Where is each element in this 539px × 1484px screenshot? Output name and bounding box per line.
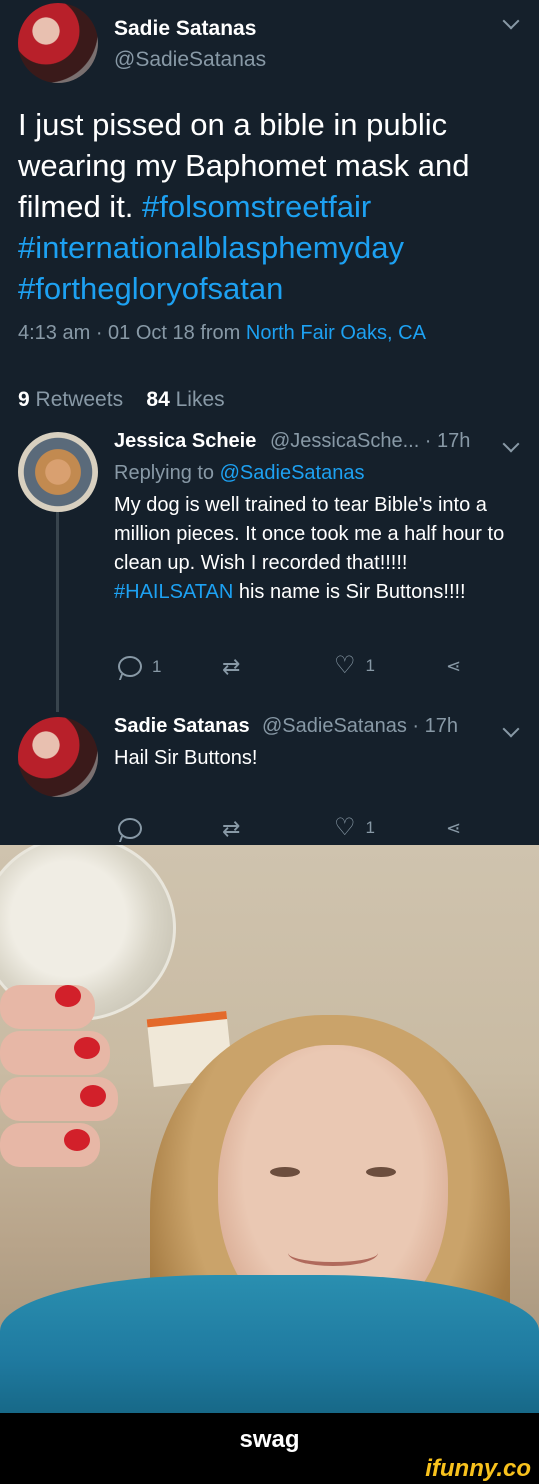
reply-handle[interactable]: @SadieSatanas · 17h: [262, 715, 458, 738]
like-count: 1: [365, 818, 375, 837]
location-link[interactable]: North Fair Oaks, CA: [246, 322, 426, 344]
tweet-text: I just pissed on a bible in public weari…: [18, 104, 528, 309]
retweets-count[interactable]: 9: [18, 388, 30, 411]
replying-to-label: Replying to: [114, 462, 215, 484]
like-button[interactable]: ♡ 1: [334, 654, 375, 678]
hashtag-link[interactable]: #HAILSATAN: [114, 581, 233, 603]
reply-icon: [118, 656, 142, 677]
reply-button[interactable]: 1: [118, 656, 161, 677]
tweet-time: 4:13 am · 01 Oct 18 from: [18, 322, 241, 344]
author-avatar[interactable]: [18, 3, 98, 83]
photo-mouth: [288, 1240, 378, 1266]
share-button[interactable]: ⋖: [446, 656, 461, 677]
photo-nail: [80, 1085, 106, 1107]
photo-finger: [0, 985, 95, 1029]
reply-name[interactable]: Sadie Satanas: [114, 715, 250, 738]
replying-to-handle[interactable]: @SadieSatanas: [220, 462, 365, 484]
photo-nail: [64, 1129, 90, 1151]
hashtag-link[interactable]: #internationalblasphemyday: [18, 230, 404, 265]
heart-icon: ♡: [334, 652, 356, 679]
likes-label[interactable]: Likes: [176, 388, 225, 411]
reply-body-end: his name is Sir Buttons!!!!: [238, 581, 466, 603]
retweets-label[interactable]: Retweets: [36, 388, 124, 411]
photo-shirt: [0, 1275, 539, 1413]
reply-body: My dog is well trained to tear Bible's i…: [114, 494, 505, 574]
photo-eye: [366, 1167, 396, 1177]
reply-name[interactable]: Jessica Scheie: [114, 430, 256, 453]
attached-photo: [0, 845, 539, 1413]
chevron-down-icon[interactable]: [502, 435, 520, 453]
tweet-meta: 4:13 am · 01 Oct 18 from North Fair Oaks…: [18, 322, 426, 345]
watermark: ifunny.co: [425, 1455, 531, 1482]
share-icon: ⋖: [446, 818, 462, 838]
share-icon: ⋖: [446, 656, 462, 676]
hashtag-link[interactable]: #folsomstreetfair: [142, 189, 371, 224]
reply-avatar[interactable]: [18, 432, 98, 512]
chevron-down-icon[interactable]: [502, 12, 520, 30]
like-count: 1: [365, 656, 375, 675]
reply-count: 1: [152, 656, 162, 676]
author-handle[interactable]: @SadieSatanas: [114, 48, 266, 72]
author-name[interactable]: Sadie Satanas: [114, 17, 256, 41]
heart-icon: ♡: [334, 814, 356, 841]
reply-text: My dog is well trained to tear Bible's i…: [114, 491, 524, 607]
tweet-stats: 9 Retweets 84 Likes: [18, 388, 225, 412]
replying-to: Replying to @SadieSatanas: [114, 462, 364, 485]
photo-eye: [270, 1167, 300, 1177]
like-button[interactable]: ♡ 1: [334, 816, 375, 840]
retweet-icon: ⇄: [222, 816, 241, 841]
chevron-down-icon[interactable]: [502, 720, 520, 738]
photo-nail: [55, 985, 81, 1007]
reply-avatar[interactable]: [18, 717, 98, 797]
retweet-button[interactable]: ⇄: [222, 818, 240, 840]
reply-icon: [118, 818, 142, 839]
hashtag-link[interactable]: #forthegloryofsatan: [18, 271, 283, 306]
caption-text: swag: [239, 1426, 300, 1453]
retweet-button[interactable]: ⇄: [222, 656, 240, 678]
thread-line: [56, 512, 59, 712]
likes-count[interactable]: 84: [146, 388, 169, 411]
photo-nail: [74, 1037, 100, 1059]
reply-text: Hail Sir Buttons!: [114, 747, 258, 769]
reply-button[interactable]: [118, 818, 142, 839]
tweet-thread: Sadie Satanas @SadieSatanas I just pisse…: [0, 0, 539, 845]
retweet-icon: ⇄: [222, 654, 241, 679]
reply-handle[interactable]: @JessicaSche... · 17h: [270, 430, 470, 453]
share-button[interactable]: ⋖: [446, 818, 461, 839]
